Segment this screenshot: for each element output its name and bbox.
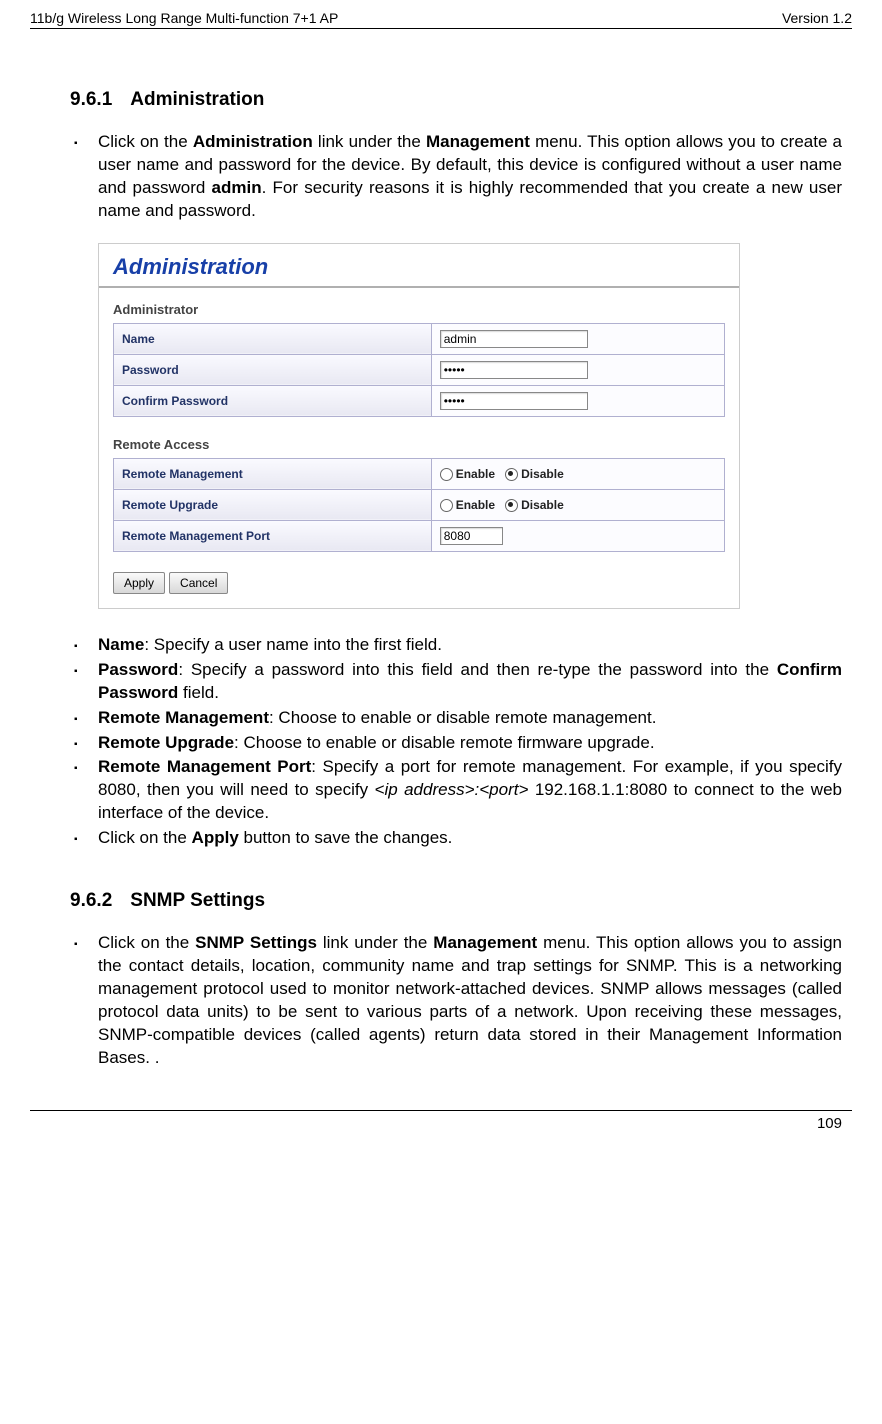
ru-disable-radio[interactable]: Disable [505,498,564,512]
row-remote-mgmt-label: Remote Management [114,458,432,489]
bullet-remote-port: Remote Management Port: Specify a port f… [70,756,842,825]
snmp-intro-bullet: Click on the SNMP Settings link under th… [70,932,842,1070]
apply-button[interactable]: Apply [113,572,165,594]
bullet-remote-upgrade: Remote Upgrade: Choose to enable or disa… [70,732,842,755]
name-input[interactable] [440,330,588,348]
remote-port-input[interactable] [440,527,503,545]
section-heading-snmp: 9.6.2SNMP Settings [70,890,842,912]
cancel-button[interactable]: Cancel [169,572,228,594]
bullet-remote-mgmt: Remote Management: Choose to enable or d… [70,707,842,730]
group-administrator: Administrator [113,302,725,317]
panel-title: Administration [99,244,739,288]
row-name-label: Name [114,323,432,354]
bullet-name: Name: Specify a user name into the first… [70,634,842,657]
password-input[interactable] [440,361,588,379]
admin-screenshot: Administration Administrator Name Passwo… [98,243,740,609]
section-heading-admin: 9.6.1Administration [70,89,842,111]
ru-enable-radio[interactable]: Enable [440,498,495,512]
row-confirm-label: Confirm Password [114,385,432,416]
administrator-table: Name Password Confirm Password [113,323,725,417]
bullet-apply: Click on the Apply button to save the ch… [70,827,842,850]
intro-bullet: Click on the Administration link under t… [70,131,842,223]
rm-disable-radio[interactable]: Disable [505,467,564,481]
group-remote-access: Remote Access [113,437,725,452]
doc-title: 11b/g Wireless Long Range Multi-function… [30,10,338,26]
confirm-password-input[interactable] [440,392,588,410]
row-password-label: Password [114,354,432,385]
doc-version: Version 1.2 [782,10,852,26]
row-remote-port-label: Remote Management Port [114,520,432,551]
remote-access-table: Remote Management Enable Disable Remote … [113,458,725,552]
row-remote-upgrade-label: Remote Upgrade [114,489,432,520]
page-number: 109 [817,1115,842,1132]
bullet-password: Password: Specify a password into this f… [70,659,842,705]
rm-enable-radio[interactable]: Enable [440,467,495,481]
